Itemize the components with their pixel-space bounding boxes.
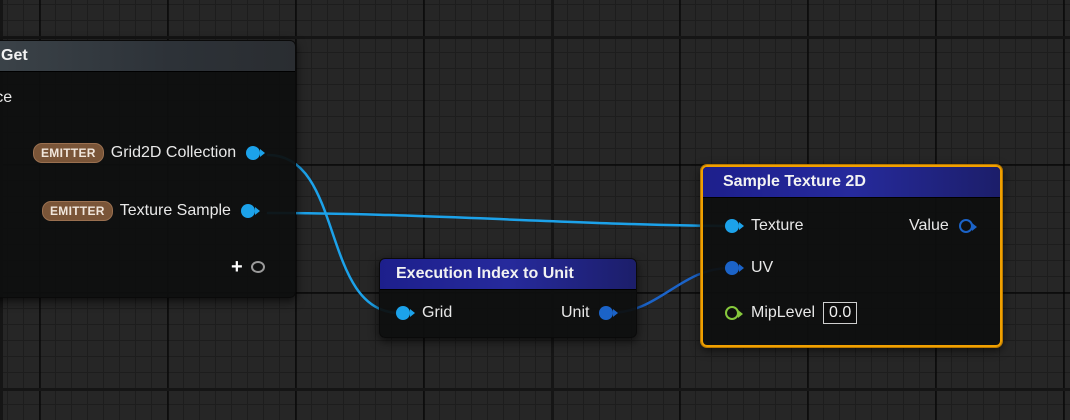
add-pin-row[interactable]: + [231,257,265,277]
execution-index-to-unit-node[interactable]: Execution Index to Unit Grid Unit [379,258,637,338]
value-output-row: Value [909,217,977,235]
grid-input-row: Grid [396,304,452,322]
unit-output-label: Unit [561,304,590,321]
plus-icon[interactable]: + [231,257,243,277]
source-label-text: urce [0,89,13,106]
unit-output-row: Unit [561,304,619,322]
texture-sample-label: Texture Sample [119,202,231,219]
uv-input-pin[interactable] [725,261,744,275]
uv-input-row: UV [725,259,773,277]
execution-index-node-title: Execution Index to Unit [380,259,636,290]
texture-sample-output-pin[interactable] [240,204,260,218]
texture-input-label: Texture [751,217,804,234]
add-pin-output[interactable] [250,261,265,273]
miplevel-input-label: MipLevel [751,304,816,321]
source-label: urce [0,89,12,107]
grid-input-label: Grid [422,304,453,321]
pin-row-texture-sample: EMITTER Texture Sample [42,201,260,221]
texture-input-row: Texture [725,217,803,235]
emitter-badge: EMITTER [33,143,104,163]
grid-input-pin[interactable] [396,306,415,320]
grid2d-collection-output-pin[interactable] [246,146,266,160]
map-get-node-title: Get [0,41,295,72]
value-output-label: Value [909,217,949,234]
pin-row-grid2d-collection: EMITTER Grid2D Collection [33,143,266,163]
miplevel-value-field[interactable]: 0.0 [823,302,858,324]
miplevel-input-row: MipLevel 0.0 [725,302,858,324]
sample-texture-2d-node[interactable]: Sample Texture 2D Texture Value UV MipLe… [701,165,1002,347]
emitter-badge: EMITTER [42,201,113,221]
sample-texture-node-title: Sample Texture 2D [703,167,1000,198]
texture-input-pin[interactable] [725,219,744,233]
grid2d-collection-label: Grid2D Collection [110,144,237,161]
value-output-pin[interactable] [958,219,977,233]
miplevel-input-pin[interactable] [725,306,743,320]
map-get-node[interactable]: Get urce EMITTER Grid2D Collection EMITT… [0,40,296,298]
unit-output-pin[interactable] [599,306,619,320]
uv-input-label: UV [751,259,774,276]
